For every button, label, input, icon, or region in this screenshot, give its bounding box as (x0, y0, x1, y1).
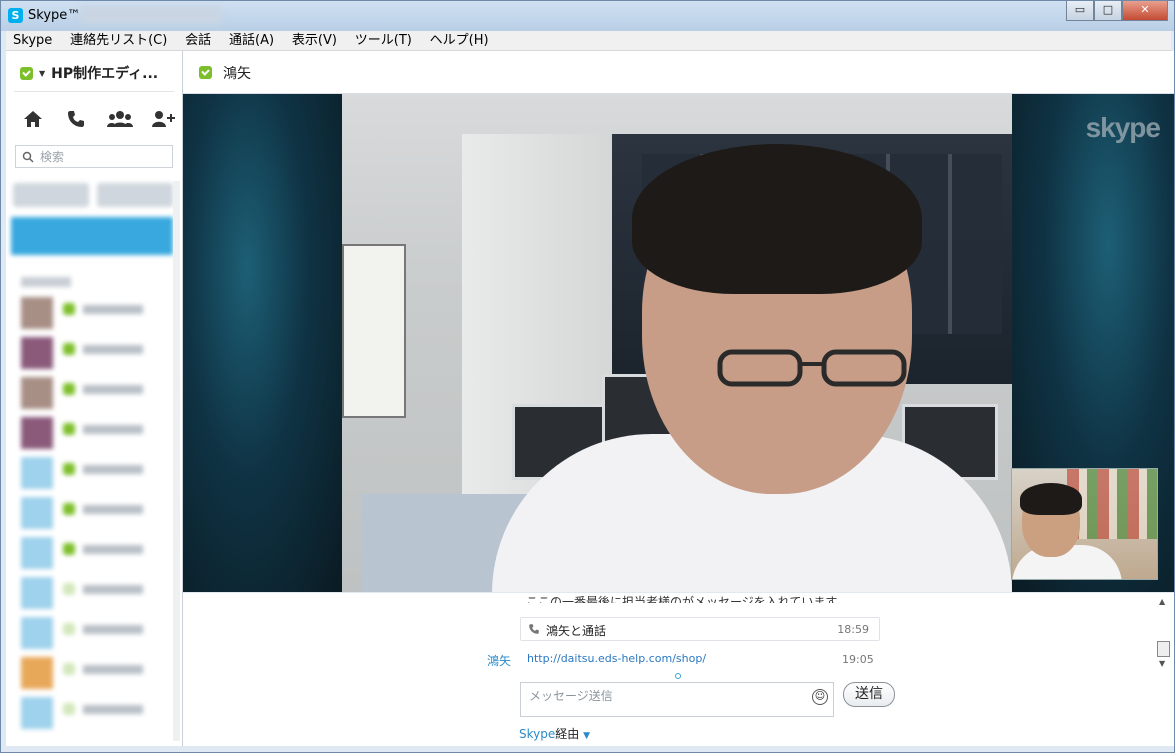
send-button[interactable]: 送信 (843, 682, 895, 707)
search-placeholder: 検索 (40, 150, 65, 164)
scroll-up-icon[interactable]: ▲ (1159, 597, 1165, 606)
contact-row[interactable] (21, 537, 171, 571)
partial-message: ここの一番最後に担当者様のがメッセージを入れています。 (526, 595, 849, 603)
chat-history: ここの一番最後に担当者様のがメッセージを入れています。 鴻矢と通話 18:59 … (183, 593, 1174, 746)
contact-row[interactable] (21, 577, 171, 611)
contact-row[interactable] (21, 417, 171, 451)
contact-row[interactable] (21, 697, 171, 731)
send-via-selector[interactable]: Skype経由 ▼ (519, 725, 590, 742)
contact-row[interactable] (21, 457, 171, 491)
scroll-thumb[interactable] (1157, 641, 1170, 657)
skype-watermark: skype (1085, 112, 1161, 143)
contacts-tab[interactable] (13, 183, 89, 207)
window-title: Skype™ (28, 8, 81, 23)
chevron-down-icon: ▼ (39, 68, 46, 78)
selected-contact-row[interactable] (11, 217, 173, 255)
menu-tools[interactable]: ツール(T) (348, 31, 419, 50)
contact-row[interactable] (21, 377, 171, 411)
search-icon (22, 151, 34, 163)
menu-conversation[interactable]: 会話 (178, 31, 218, 50)
menu-contacts[interactable]: 連絡先リスト(C) (63, 31, 174, 50)
chat-header: 鴻矢 (183, 51, 1174, 94)
maximize-button[interactable]: □ (1094, 1, 1122, 21)
remote-video-feed (342, 94, 1012, 592)
minimize-button[interactable]: ▭ (1066, 1, 1094, 21)
glasses (717, 349, 907, 387)
contact-status-icon (199, 66, 212, 79)
menu-help[interactable]: ヘルプ(H) (423, 31, 496, 50)
blurred-contact-list (11, 181, 177, 741)
menu-bar: Skype 連絡先リスト(C) 会話 通話(A) 表示(V) ツール(T) ヘル… (6, 31, 1171, 51)
blurred-title-region (81, 6, 221, 24)
self-video-preview[interactable] (1011, 468, 1158, 580)
message-time: 19:05 (842, 653, 874, 666)
menu-call[interactable]: 通話(A) (222, 31, 281, 50)
skype-logo-icon: S (8, 8, 23, 23)
call-log-time: 18:59 (837, 623, 869, 636)
group-icon[interactable] (106, 107, 133, 131)
video-call-area[interactable]: skype (183, 94, 1174, 592)
menu-view[interactable]: 表示(V) (285, 31, 344, 50)
close-button[interactable]: ✕ (1122, 1, 1168, 21)
scroll-down-icon[interactable]: ▼ (1159, 659, 1165, 668)
contact-row[interactable] (21, 297, 171, 331)
message-input[interactable]: メッセージ送信 ☺ (520, 682, 834, 717)
message-placeholder: メッセージ送信 (529, 689, 613, 703)
contact-row[interactable] (21, 337, 171, 371)
recent-tab[interactable] (97, 183, 173, 207)
call-log-text: 鴻矢と通話 (546, 624, 607, 638)
contact-name[interactable]: 鴻矢 (223, 63, 251, 83)
group-header (21, 277, 71, 287)
divider (14, 91, 174, 92)
chat-scrollbar[interactable]: ▲ ▼ (1156, 597, 1170, 671)
profile-name: HP制作エディ... (51, 66, 159, 82)
menu-skype[interactable]: Skype (6, 31, 59, 50)
contact-row[interactable] (21, 657, 171, 691)
phone-icon (529, 624, 539, 634)
phone-icon[interactable] (63, 107, 89, 131)
add-contact-icon[interactable] (150, 107, 176, 131)
chevron-down-icon: ▼ (583, 731, 591, 741)
contact-row[interactable] (21, 617, 171, 651)
nav-icon-bar (20, 107, 176, 131)
typing-indicator (675, 673, 681, 679)
contact-row[interactable] (21, 497, 171, 531)
call-log-entry: 鴻矢と通話 18:59 (520, 617, 880, 641)
message-sender[interactable]: 鴻矢 (487, 652, 511, 669)
sidebar: ▼ HP制作エディ... 検索 (6, 51, 183, 746)
search-field[interactable]: 検索 (15, 145, 173, 168)
online-status-icon (20, 66, 33, 80)
skype-window: S Skype™ ▭ □ ✕ Skype 連絡先リスト(C) 会話 通話(A) … (0, 0, 1175, 753)
contact-list-scrollbar[interactable] (173, 181, 180, 741)
emoticon-icon[interactable]: ☺ (812, 689, 828, 705)
profile-status[interactable]: ▼ HP制作エディ... (20, 63, 158, 83)
message-link[interactable]: http://daitsu.eds-help.com/shop/ (527, 652, 706, 665)
title-bar: S Skype™ ▭ □ ✕ (1, 1, 1174, 31)
home-icon[interactable] (20, 107, 46, 131)
